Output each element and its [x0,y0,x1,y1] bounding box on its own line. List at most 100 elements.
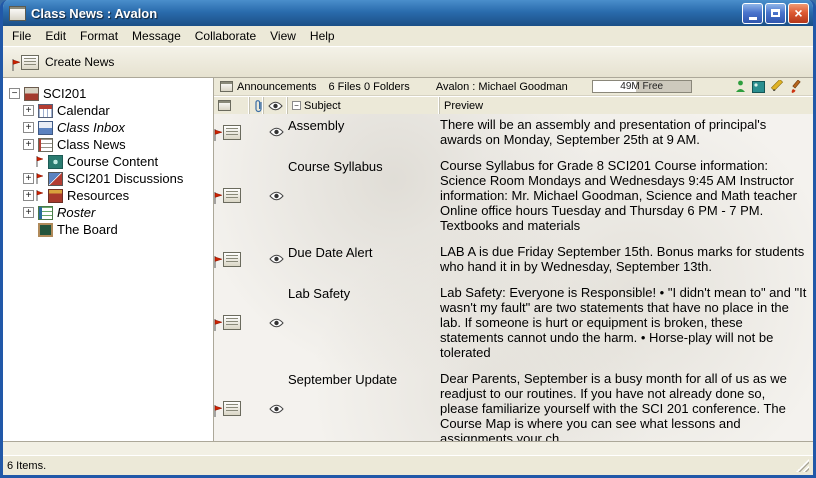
maximize-icon [771,9,780,17]
status-bar: 6 Items. [3,455,813,475]
file-count: 6 Files 0 Folders [329,81,410,93]
tree-item-sci201-discussions[interactable]: + SCI201 Discussions [3,170,213,187]
tree-item-class-news[interactable]: + Class News [3,136,213,153]
tree-item-class-inbox[interactable]: + Class Inbox [3,119,213,136]
icon-column-header[interactable] [214,97,250,114]
news-item-icon [223,315,241,330]
menu-file[interactable]: File [5,27,38,45]
eye-icon[interactable] [269,254,284,264]
attachment-cell [250,371,264,441]
item-type-icon [218,100,231,111]
tree-children: + Calendar + Class Inbox + Class News Co… [3,102,213,238]
message-list: Assembly There will be an assembly and p… [214,114,813,441]
app-window: Class News : Avalon × FileEditFormatMess… [0,0,816,478]
flag-icon [214,192,223,204]
message-subject[interactable]: Lab Safety [288,285,440,360]
pane-header-icons [735,80,807,93]
menu-format[interactable]: Format [73,27,125,45]
tree-expander[interactable]: + [23,207,34,218]
tree-expander[interactable]: + [23,139,34,150]
attachment-cell [250,117,264,147]
eye-icon[interactable] [269,404,284,414]
unread-flag-icon [36,173,44,184]
account-label: Avalon : Michael Goodman [436,81,568,93]
unread-flag-icon [36,190,44,201]
flag-icon [214,319,223,331]
main-area: − SCI201 + Calendar + Class Inbox + Clas… [3,78,813,441]
collapse-all-icon[interactable]: − [292,101,301,110]
message-subject[interactable]: Assembly [288,117,440,147]
attachment-cell [250,244,264,274]
news-item-icon [223,125,241,140]
eye-icon[interactable] [269,191,284,201]
brush-icon[interactable] [790,80,803,93]
tree-expander[interactable]: + [23,122,34,133]
message-row[interactable]: Due Date Alert LAB A is due Friday Septe… [214,241,813,282]
message-subject[interactable]: Course Syllabus [288,158,440,233]
user-icon[interactable] [735,80,746,93]
tree-item-label: Calendar [57,103,110,118]
tree-item-the-board[interactable]: The Board [3,221,213,238]
news-item-icon [223,252,241,267]
paperclip-icon [254,99,263,113]
tree-item-label: SCI201 [43,86,86,101]
news-icon [38,138,53,152]
subject-column-label: Subject [304,100,341,112]
tree-expander[interactable]: + [23,173,34,184]
menu-message[interactable]: Message [125,27,188,45]
message-row[interactable]: September Update Dear Parents, September… [214,368,813,441]
minimize-button[interactable] [742,3,763,24]
menu-collaborate[interactable]: Collaborate [188,27,263,45]
pencil-icon[interactable] [771,80,784,93]
flag-icon [214,405,223,417]
tree-item-resources[interactable]: + Resources [3,187,213,204]
message-row[interactable]: Course Syllabus Course Syllabus for Grad… [214,155,813,241]
create-news-label: Create News [45,55,114,69]
eye-icon[interactable] [269,127,284,137]
window-title: Class News : Avalon [31,6,737,21]
column-header: − Subject Preview [214,96,813,114]
menu-help[interactable]: Help [303,27,342,45]
tree-expander[interactable]: + [23,105,34,116]
preview-column-header[interactable]: Preview [440,97,813,114]
close-button[interactable]: × [788,3,809,24]
tree-item-label: The Board [57,222,118,237]
attachment-cell [250,158,264,233]
tree-item-label: Roster [57,205,95,220]
resources-icon [48,189,63,203]
preview-column-label: Preview [444,100,483,112]
title-bar[interactable]: Class News : Avalon × [3,0,813,26]
read-status-column-header[interactable] [264,97,288,114]
eye-icon [268,101,283,111]
subject-column-header[interactable]: − Subject [288,97,440,114]
tree-expander[interactable]: + [23,190,34,201]
message-preview: Course Syllabus for Grade 8 SCI201 Cours… [440,158,813,233]
inbox-icon [38,121,53,135]
message-subject[interactable]: September Update [288,371,440,441]
attachment-column-header[interactable] [250,97,264,114]
resize-grip[interactable] [796,459,809,472]
image-icon[interactable] [752,81,765,93]
section-label: Announcements [237,81,317,93]
announcements-icon [220,81,233,92]
tree-item-sci201[interactable]: − SCI201 [3,85,213,102]
message-row[interactable]: Lab Safety Lab Safety: Everyone is Respo… [214,282,813,368]
attachment-cell [250,285,264,360]
tree-item-calendar[interactable]: + Calendar [3,102,213,119]
eye-icon[interactable] [269,318,284,328]
menu-view[interactable]: View [263,27,303,45]
menu-bar: FileEditFormatMessageCollaborateViewHelp [3,26,813,46]
free-space-gauge: 49M Free [592,80,692,93]
news-item-icon [223,188,241,203]
folder-tree: − SCI201 + Calendar + Class Inbox + Clas… [3,78,214,441]
message-row[interactable]: Assembly There will be an assembly and p… [214,114,813,155]
tree-item-course-content[interactable]: Course Content [3,153,213,170]
tree-expander[interactable]: − [9,88,20,99]
maximize-button[interactable] [765,3,786,24]
tree-item-roster[interactable]: + Roster [3,204,213,221]
flag-icon [12,59,21,71]
menu-edit[interactable]: Edit [38,27,73,45]
create-news-button[interactable]: Create News [13,52,122,73]
horizontal-scrollbar[interactable] [3,441,813,455]
message-subject[interactable]: Due Date Alert [288,244,440,274]
